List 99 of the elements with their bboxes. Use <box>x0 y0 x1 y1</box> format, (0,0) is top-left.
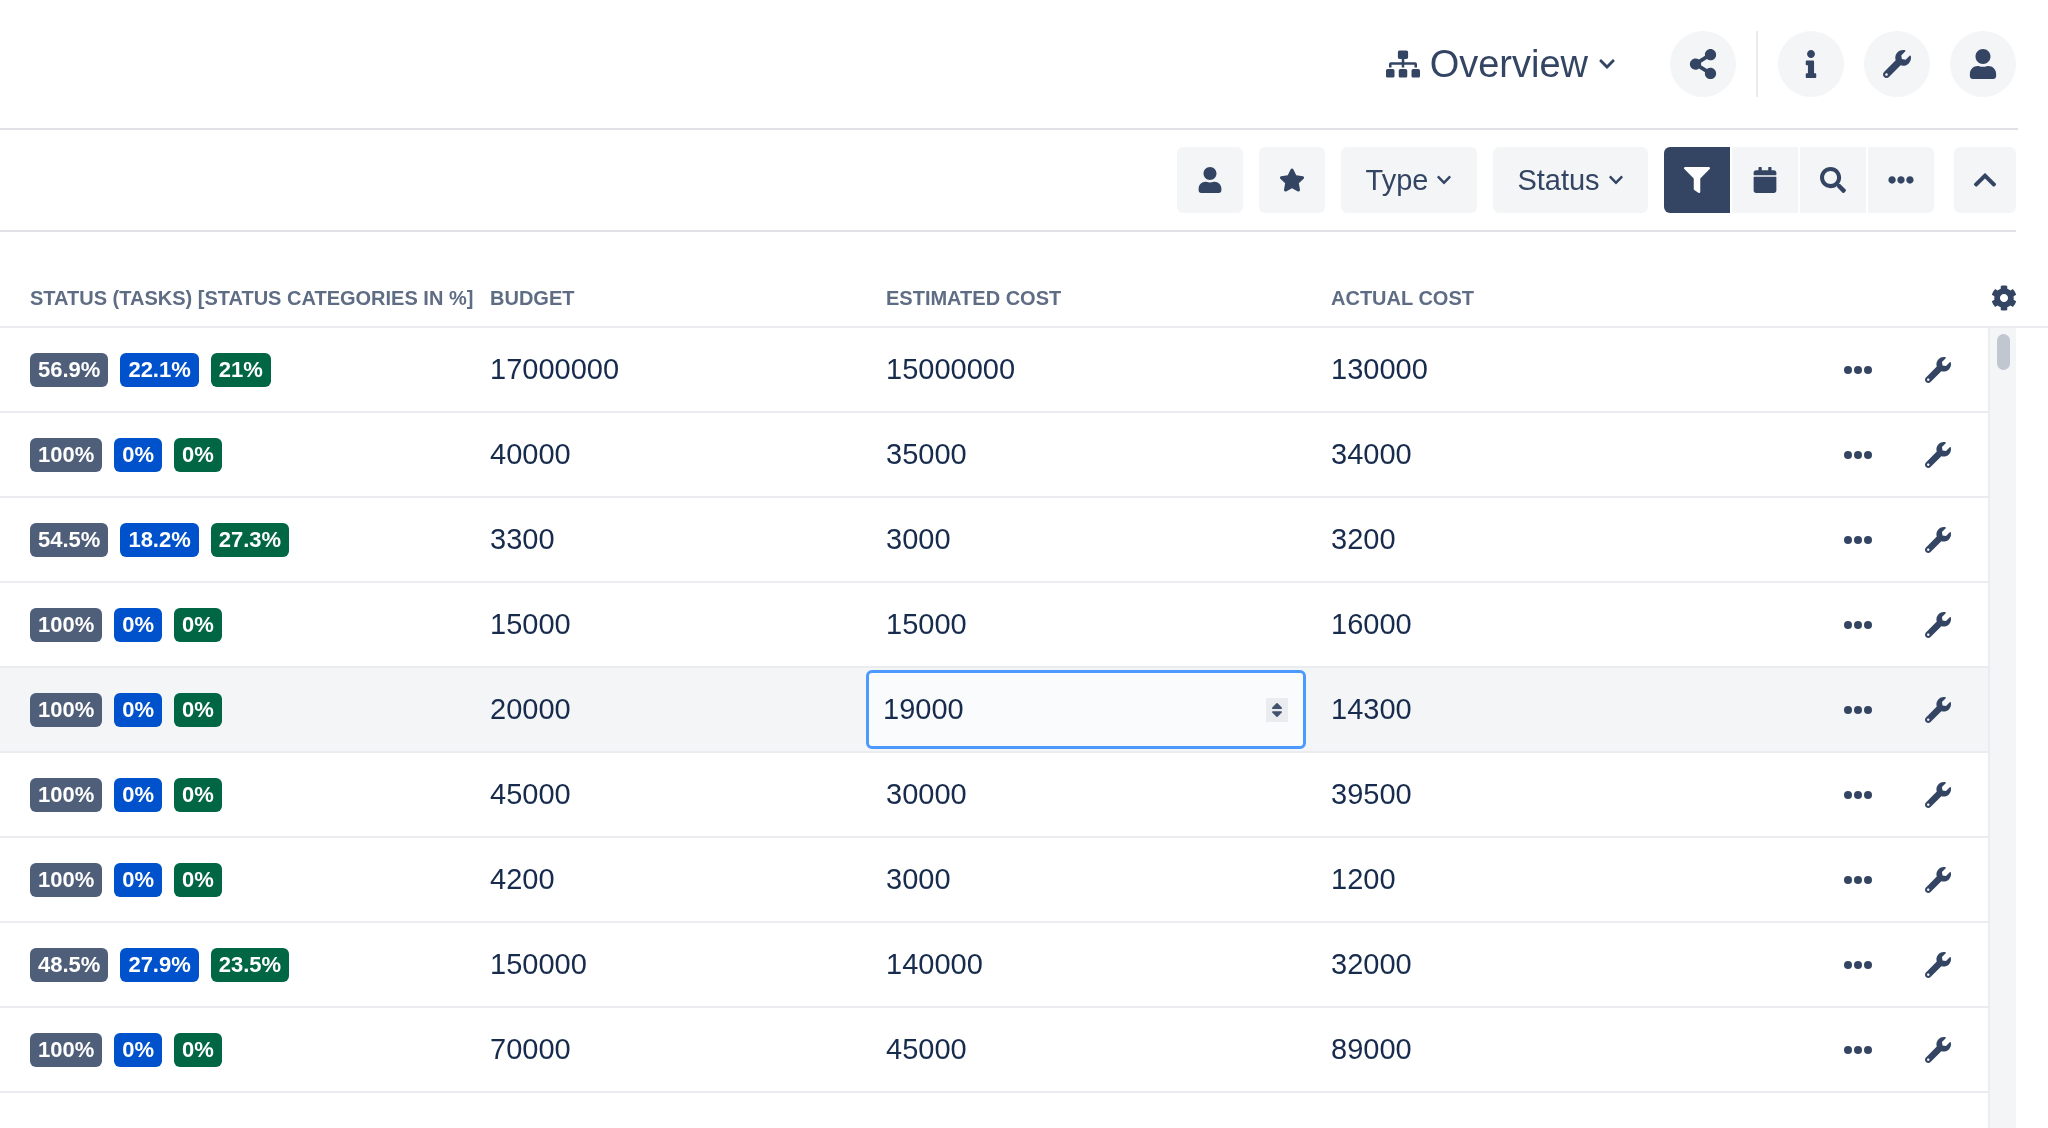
status-badge: 0% <box>174 692 222 727</box>
table-cell-text: 3300 <box>490 523 556 556</box>
calendar-button[interactable] <box>1732 147 1798 213</box>
table-cell-text: 3200 <box>1331 523 1397 556</box>
status-badge: 100% <box>30 777 103 812</box>
table-cell-text: 16000 <box>1331 608 1413 641</box>
status-badge: 18.2% <box>120 522 199 557</box>
table-cell-text: 45000 <box>886 1033 968 1066</box>
status-badge: 100% <box>30 692 103 727</box>
table-cell-text: 17000000 <box>490 353 621 386</box>
number-input-field[interactable]: 19000 <box>866 670 1306 749</box>
status-badge: 22.1% <box>120 352 199 387</box>
user-icon <box>1968 49 1998 79</box>
status-badge: 0% <box>174 1032 222 1067</box>
view-switcher[interactable]: Overview <box>1385 42 1630 86</box>
status-badge: 48.5% <box>30 947 109 982</box>
filter-icon <box>1684 167 1710 193</box>
status-badge: 0% <box>114 437 163 472</box>
ellipsis-icon <box>1844 450 1872 459</box>
status-badge: 0% <box>174 862 222 897</box>
star-button[interactable] <box>1259 147 1325 213</box>
type-dropdown[interactable]: Type <box>1341 147 1477 213</box>
scrollbar-thumb[interactable] <box>1996 334 2010 370</box>
more-button[interactable] <box>1868 147 1934 213</box>
table-cell-text: 34000 <box>1331 438 1413 471</box>
table-cell-text: 3000 <box>886 523 952 556</box>
table-cell-text: 30000 <box>886 778 968 811</box>
ellipsis-icon <box>1844 875 1872 884</box>
search-icon <box>1820 167 1846 193</box>
table-cell-text: 3000 <box>886 863 952 896</box>
table-cell-text: 4200 <box>490 863 556 896</box>
column-header: ACTUAL COST <box>1331 286 1475 310</box>
status-badge: 0% <box>114 1032 163 1067</box>
user-filter-button[interactable] <box>1177 147 1243 213</box>
ellipsis-icon <box>1844 790 1872 799</box>
ellipsis-icon <box>1844 535 1872 544</box>
status-badge: 100% <box>30 437 103 472</box>
table-cell-text: 140000 <box>886 948 984 981</box>
wrench-icon <box>1925 866 1951 893</box>
table-cell-text: 39500 <box>1331 778 1413 811</box>
status-badge: 27.9% <box>120 947 199 982</box>
share-icon <box>1688 49 1718 79</box>
column-header: ESTIMATED COST <box>886 286 1063 310</box>
table-cell-text: 89000 <box>1331 1033 1413 1066</box>
spinner-icon[interactable] <box>1266 698 1288 722</box>
settings-icon <box>1991 285 2017 311</box>
status-badge: 0% <box>114 777 163 812</box>
status-dropdown[interactable]: Status <box>1493 147 1648 213</box>
table-cell-text: 45000 <box>490 778 572 811</box>
table-cell-text: 40000 <box>490 438 572 471</box>
status-badge: 0% <box>114 607 163 642</box>
ellipsis-icon <box>1844 960 1872 969</box>
status-badge: 27.3% <box>210 522 290 557</box>
wrench-icon <box>1925 696 1951 723</box>
status-badge: 0% <box>174 777 222 812</box>
status-badge: 100% <box>30 862 103 897</box>
wrench-icon <box>1925 781 1951 808</box>
wrench-icon <box>1925 1036 1951 1063</box>
sitemap-icon <box>1385 47 1420 81</box>
scrollbar[interactable] <box>1988 328 2016 1128</box>
wrench-icon <box>1883 50 1911 78</box>
table-cell-text: 32000 <box>1331 948 1413 981</box>
table-cell-text: 130000 <box>1331 353 1429 386</box>
filter-button[interactable] <box>1664 147 1730 213</box>
ellipsis-icon <box>1844 620 1872 629</box>
table-cell-text: 150000 <box>490 948 588 981</box>
table-cell-text: 20000 <box>490 693 572 726</box>
status-badge: 0% <box>114 692 163 727</box>
calendar-icon <box>1752 167 1778 193</box>
table-cell-text: 35000 <box>886 438 968 471</box>
ellipsis-icon <box>1844 705 1872 714</box>
table-cell-text: 15000000 <box>886 353 1017 386</box>
user-icon <box>1197 167 1223 193</box>
status-badge: 100% <box>30 1032 103 1067</box>
table-cell-text: 70000 <box>490 1033 572 1066</box>
table-cell-text: 14300 <box>1331 693 1413 726</box>
status-badge: 0% <box>114 862 163 897</box>
wrench-icon <box>1925 441 1951 468</box>
ellipsis-icon <box>1844 1045 1872 1054</box>
table-cell-text: 15000 <box>490 608 572 641</box>
wrench-icon <box>1925 611 1951 638</box>
column-header: BUDGET <box>490 286 576 310</box>
search-button[interactable] <box>1800 147 1866 213</box>
status-badge: 56.9% <box>30 352 109 387</box>
status-badge: 100% <box>30 607 103 642</box>
table-cell-text: 15000 <box>886 608 968 641</box>
column-header: STATUS (TASKS) [STATUS CATEGORIES IN %] <box>30 286 475 310</box>
wrench-icon <box>1925 526 1951 553</box>
wrench-icon <box>1925 951 1951 978</box>
star-icon <box>1279 167 1305 193</box>
status-badge: 0% <box>174 607 222 642</box>
status-badge: 54.5% <box>30 522 109 557</box>
status-badge: 23.5% <box>210 947 290 982</box>
status-badge: 0% <box>174 437 222 472</box>
collapse-button[interactable] <box>1954 147 2016 213</box>
wrench-icon <box>1925 356 1951 383</box>
status-badge: 21% <box>210 352 271 387</box>
table-cell-text: 1200 <box>1331 863 1397 896</box>
ellipsis-icon <box>1844 365 1872 374</box>
